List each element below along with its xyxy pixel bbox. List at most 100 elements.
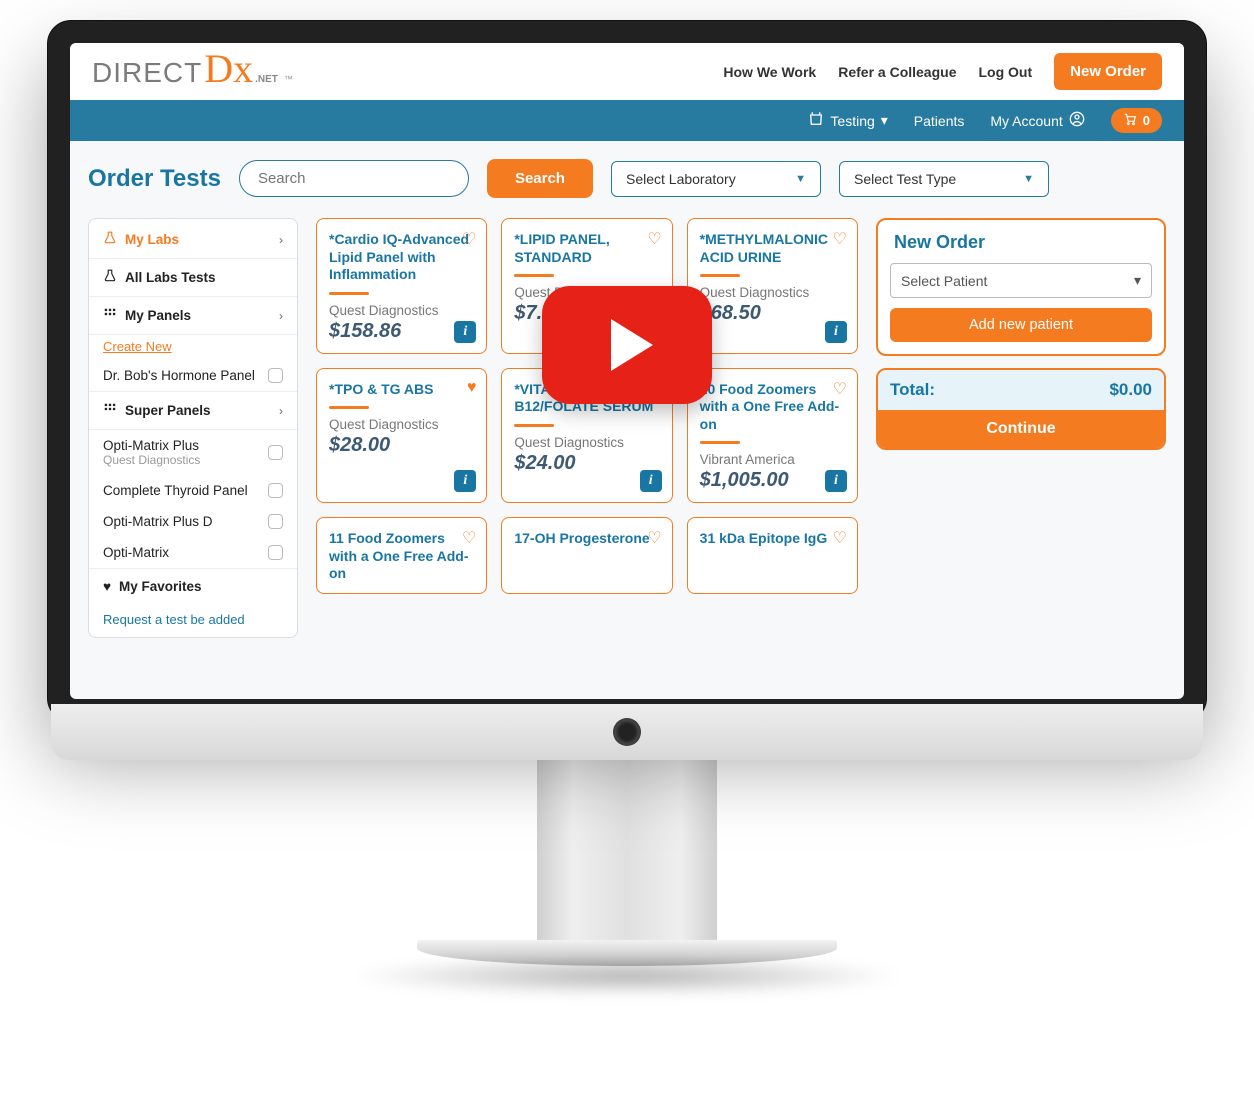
test-title: 31 kDa Epitope IgG	[700, 530, 845, 548]
nav-how-we-work[interactable]: How We Work	[723, 64, 816, 80]
panel-item[interactable]: Dr. Bob's Hormone Panel	[89, 360, 297, 391]
test-card[interactable]: ♡ 17-OH Progesterone	[501, 517, 672, 594]
test-card[interactable]: ♡ 11 Food Zoomers with a One Free Add-on	[316, 517, 487, 594]
caret-down-icon: ▼	[795, 173, 806, 185]
create-new-link[interactable]: Create New	[89, 335, 297, 360]
favorite-icon[interactable]: ♡	[833, 379, 847, 399]
favorite-icon[interactable]: ♡	[647, 528, 661, 548]
test-price: $28.00	[329, 434, 474, 457]
test-title: *LIPID PANEL, STANDARD	[514, 231, 659, 266]
logo: DIRECT Dx .NET ™	[92, 55, 293, 89]
select-laboratory[interactable]: Select Laboratory ▼	[611, 161, 821, 197]
checkbox[interactable]	[268, 445, 283, 460]
sidebar-item-favorites[interactable]: ♥ My Favorites	[89, 568, 297, 604]
page-title: Order Tests	[88, 165, 221, 193]
checkbox[interactable]	[268, 514, 283, 529]
test-title: *METHYLMALONIC ACID URINE	[700, 231, 845, 266]
checkbox[interactable]	[268, 483, 283, 498]
test-price: $24.00	[514, 452, 659, 475]
total-row: Total: $0.00	[878, 370, 1164, 410]
favorite-icon[interactable]: ♡	[462, 528, 476, 548]
continue-button[interactable]: Continue	[878, 410, 1164, 448]
test-title: 17-OH Progesterone	[514, 530, 659, 548]
test-vendor: Quest Diagnostics	[514, 435, 659, 450]
trademark-icon: ™	[284, 74, 293, 84]
new-order-panel: New Order Select Patient ▾ Add new patie…	[876, 218, 1166, 356]
search-input[interactable]	[239, 160, 469, 197]
test-vendor: Vibrant America	[700, 452, 845, 467]
select-test-type[interactable]: Select Test Type ▼	[839, 161, 1049, 197]
test-card[interactable]: ♥ *TPO & TG ABS Quest Diagnostics $28.00…	[316, 368, 487, 504]
user-circle-icon	[1069, 111, 1085, 130]
test-vendor: Quest Diagnostics	[329, 303, 474, 318]
bag-icon	[808, 111, 824, 130]
caret-down-icon: ▾	[1134, 272, 1141, 289]
nav-my-account[interactable]: My Account	[990, 111, 1084, 130]
camera-icon	[613, 718, 641, 746]
favorite-icon[interactable]: ♡	[462, 229, 476, 249]
search-bar: Order Tests Search Select Laboratory ▼ S…	[70, 141, 1184, 204]
favorite-icon[interactable]: ♡	[833, 229, 847, 249]
logo-dx: Dx	[204, 55, 253, 83]
info-icon[interactable]: i	[454, 470, 476, 492]
favorite-icon[interactable]: ♡	[833, 528, 847, 548]
test-card[interactable]: ♡ *Cardio IQ-Advanced Lipid Panel with I…	[316, 218, 487, 354]
test-price: $158.86	[329, 320, 474, 343]
new-order-button[interactable]: New Order	[1054, 53, 1162, 90]
monitor-mockup: DIRECT Dx .NET ™ How We Work Refer a Col…	[47, 20, 1207, 996]
monitor-shadow	[347, 956, 907, 996]
play-icon	[611, 319, 653, 371]
monitor-chin	[51, 704, 1203, 760]
divider	[700, 274, 740, 277]
test-title: 11 Food Zoomers with a One Free Add-on	[329, 530, 474, 583]
info-icon[interactable]: i	[640, 470, 662, 492]
video-play-button[interactable]	[542, 286, 712, 404]
nav-log-out[interactable]: Log Out	[978, 64, 1032, 80]
favorite-icon[interactable]: ♥	[467, 379, 477, 397]
panel-item[interactable]: Opti-Matrix Plus D	[89, 506, 297, 537]
sidebar-item-all-labs[interactable]: All Labs Tests	[89, 259, 297, 297]
flask-icon	[103, 269, 117, 286]
nav-testing[interactable]: Testing ▾	[808, 111, 887, 130]
sidebar: My Labs › All Labs Tests My Panels	[88, 218, 298, 638]
select-patient[interactable]: Select Patient ▾	[890, 263, 1152, 298]
total-value: $0.00	[1109, 380, 1152, 400]
sidebar-item-my-panels[interactable]: My Panels ›	[89, 297, 297, 335]
test-title: 10 Food Zoomers with a One Free Add-on	[700, 381, 845, 434]
nav-refer-colleague[interactable]: Refer a Colleague	[838, 64, 956, 80]
test-vendor: Quest Diagnostics	[700, 285, 845, 300]
test-card[interactable]: ♡ *METHYLMALONIC ACID URINE Quest Diagno…	[687, 218, 858, 354]
grid-icon	[103, 402, 117, 419]
panel-item[interactable]: Complete Thyroid Panel	[89, 475, 297, 506]
divider	[329, 292, 369, 295]
checkbox[interactable]	[268, 368, 283, 383]
test-card[interactable]: ♡ 31 kDa Epitope IgG	[687, 517, 858, 594]
sidebar-item-my-labs[interactable]: My Labs ›	[89, 221, 297, 259]
panel-item[interactable]: Opti-Matrix Plus Quest Diagnostics	[89, 430, 297, 475]
info-icon[interactable]: i	[454, 321, 476, 343]
divider	[514, 274, 554, 277]
chevron-right-icon: ›	[279, 404, 283, 418]
test-card[interactable]: ♡ 10 Food Zoomers with a One Free Add-on…	[687, 368, 858, 504]
panel-item[interactable]: Opti-Matrix	[89, 537, 297, 568]
info-icon[interactable]: i	[825, 321, 847, 343]
test-price: $68.50	[700, 302, 845, 325]
search-button[interactable]: Search	[487, 159, 593, 198]
panel-title: New Order	[890, 232, 1152, 253]
sidebar-item-super-panels[interactable]: Super Panels ›	[89, 391, 297, 430]
flask-icon	[103, 231, 117, 248]
request-test-link[interactable]: Request a test be added	[89, 604, 297, 635]
checkbox[interactable]	[268, 545, 283, 560]
divider	[514, 424, 554, 427]
cart-icon	[1123, 112, 1137, 129]
add-patient-button[interactable]: Add new patient	[890, 308, 1152, 342]
test-title: *TPO & TG ABS	[329, 381, 474, 399]
divider	[329, 406, 369, 409]
screen: DIRECT Dx .NET ™ How We Work Refer a Col…	[70, 43, 1184, 699]
top-header: DIRECT Dx .NET ™ How We Work Refer a Col…	[70, 43, 1184, 100]
nav-patients[interactable]: Patients	[914, 113, 965, 129]
cart-button[interactable]: 0	[1111, 108, 1162, 133]
info-icon[interactable]: i	[825, 470, 847, 492]
heart-icon: ♥	[103, 579, 111, 594]
favorite-icon[interactable]: ♡	[647, 229, 661, 249]
